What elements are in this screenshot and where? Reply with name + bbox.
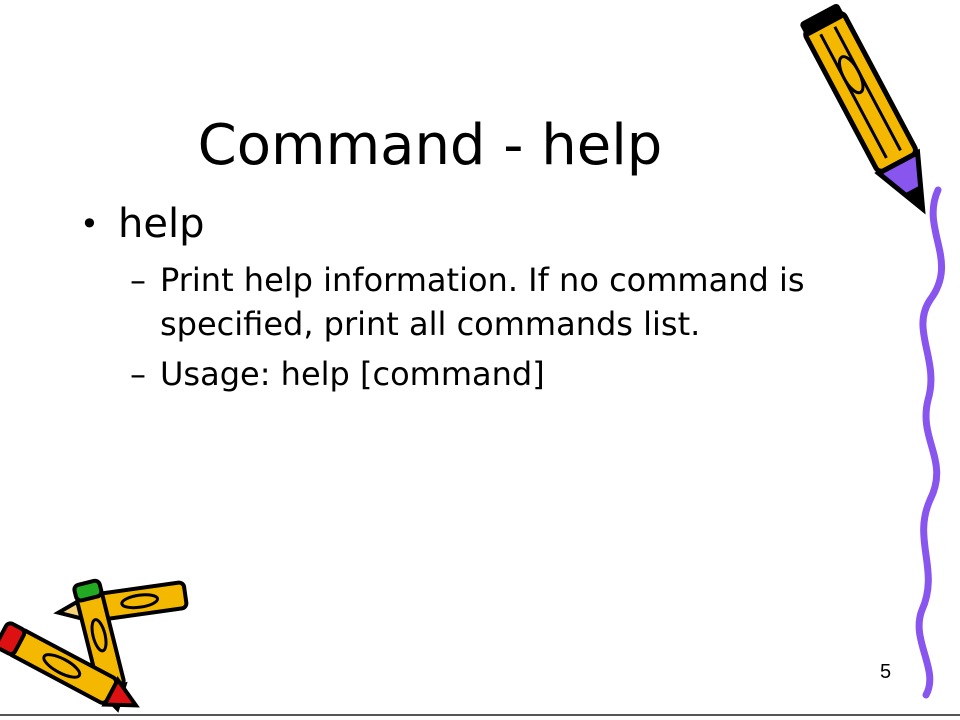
bottom-divider xyxy=(0,714,960,716)
dash-glyph: – xyxy=(130,355,146,393)
slide: Command - help • help – Print help infor… xyxy=(0,0,960,720)
sub-bullet-text: Print help information. If no command is… xyxy=(160,261,805,343)
pencil-icon xyxy=(0,578,189,713)
bullet-glyph: • xyxy=(80,205,99,243)
slide-title: Command - help xyxy=(197,113,663,178)
sub-bullet-item: – Usage: help [command] xyxy=(80,352,880,396)
bullet-text: help xyxy=(118,201,205,247)
slide-body: • help – Print help information. If no c… xyxy=(80,196,880,396)
dash-glyph: – xyxy=(130,261,146,299)
page-number: 5 xyxy=(880,661,892,683)
sub-bullet-item: – Print help information. If no command … xyxy=(80,258,880,346)
purple-squiggle-line xyxy=(915,186,945,699)
sub-bullet-text: Usage: help [command] xyxy=(160,355,545,393)
bullet-item: • help xyxy=(80,196,880,252)
